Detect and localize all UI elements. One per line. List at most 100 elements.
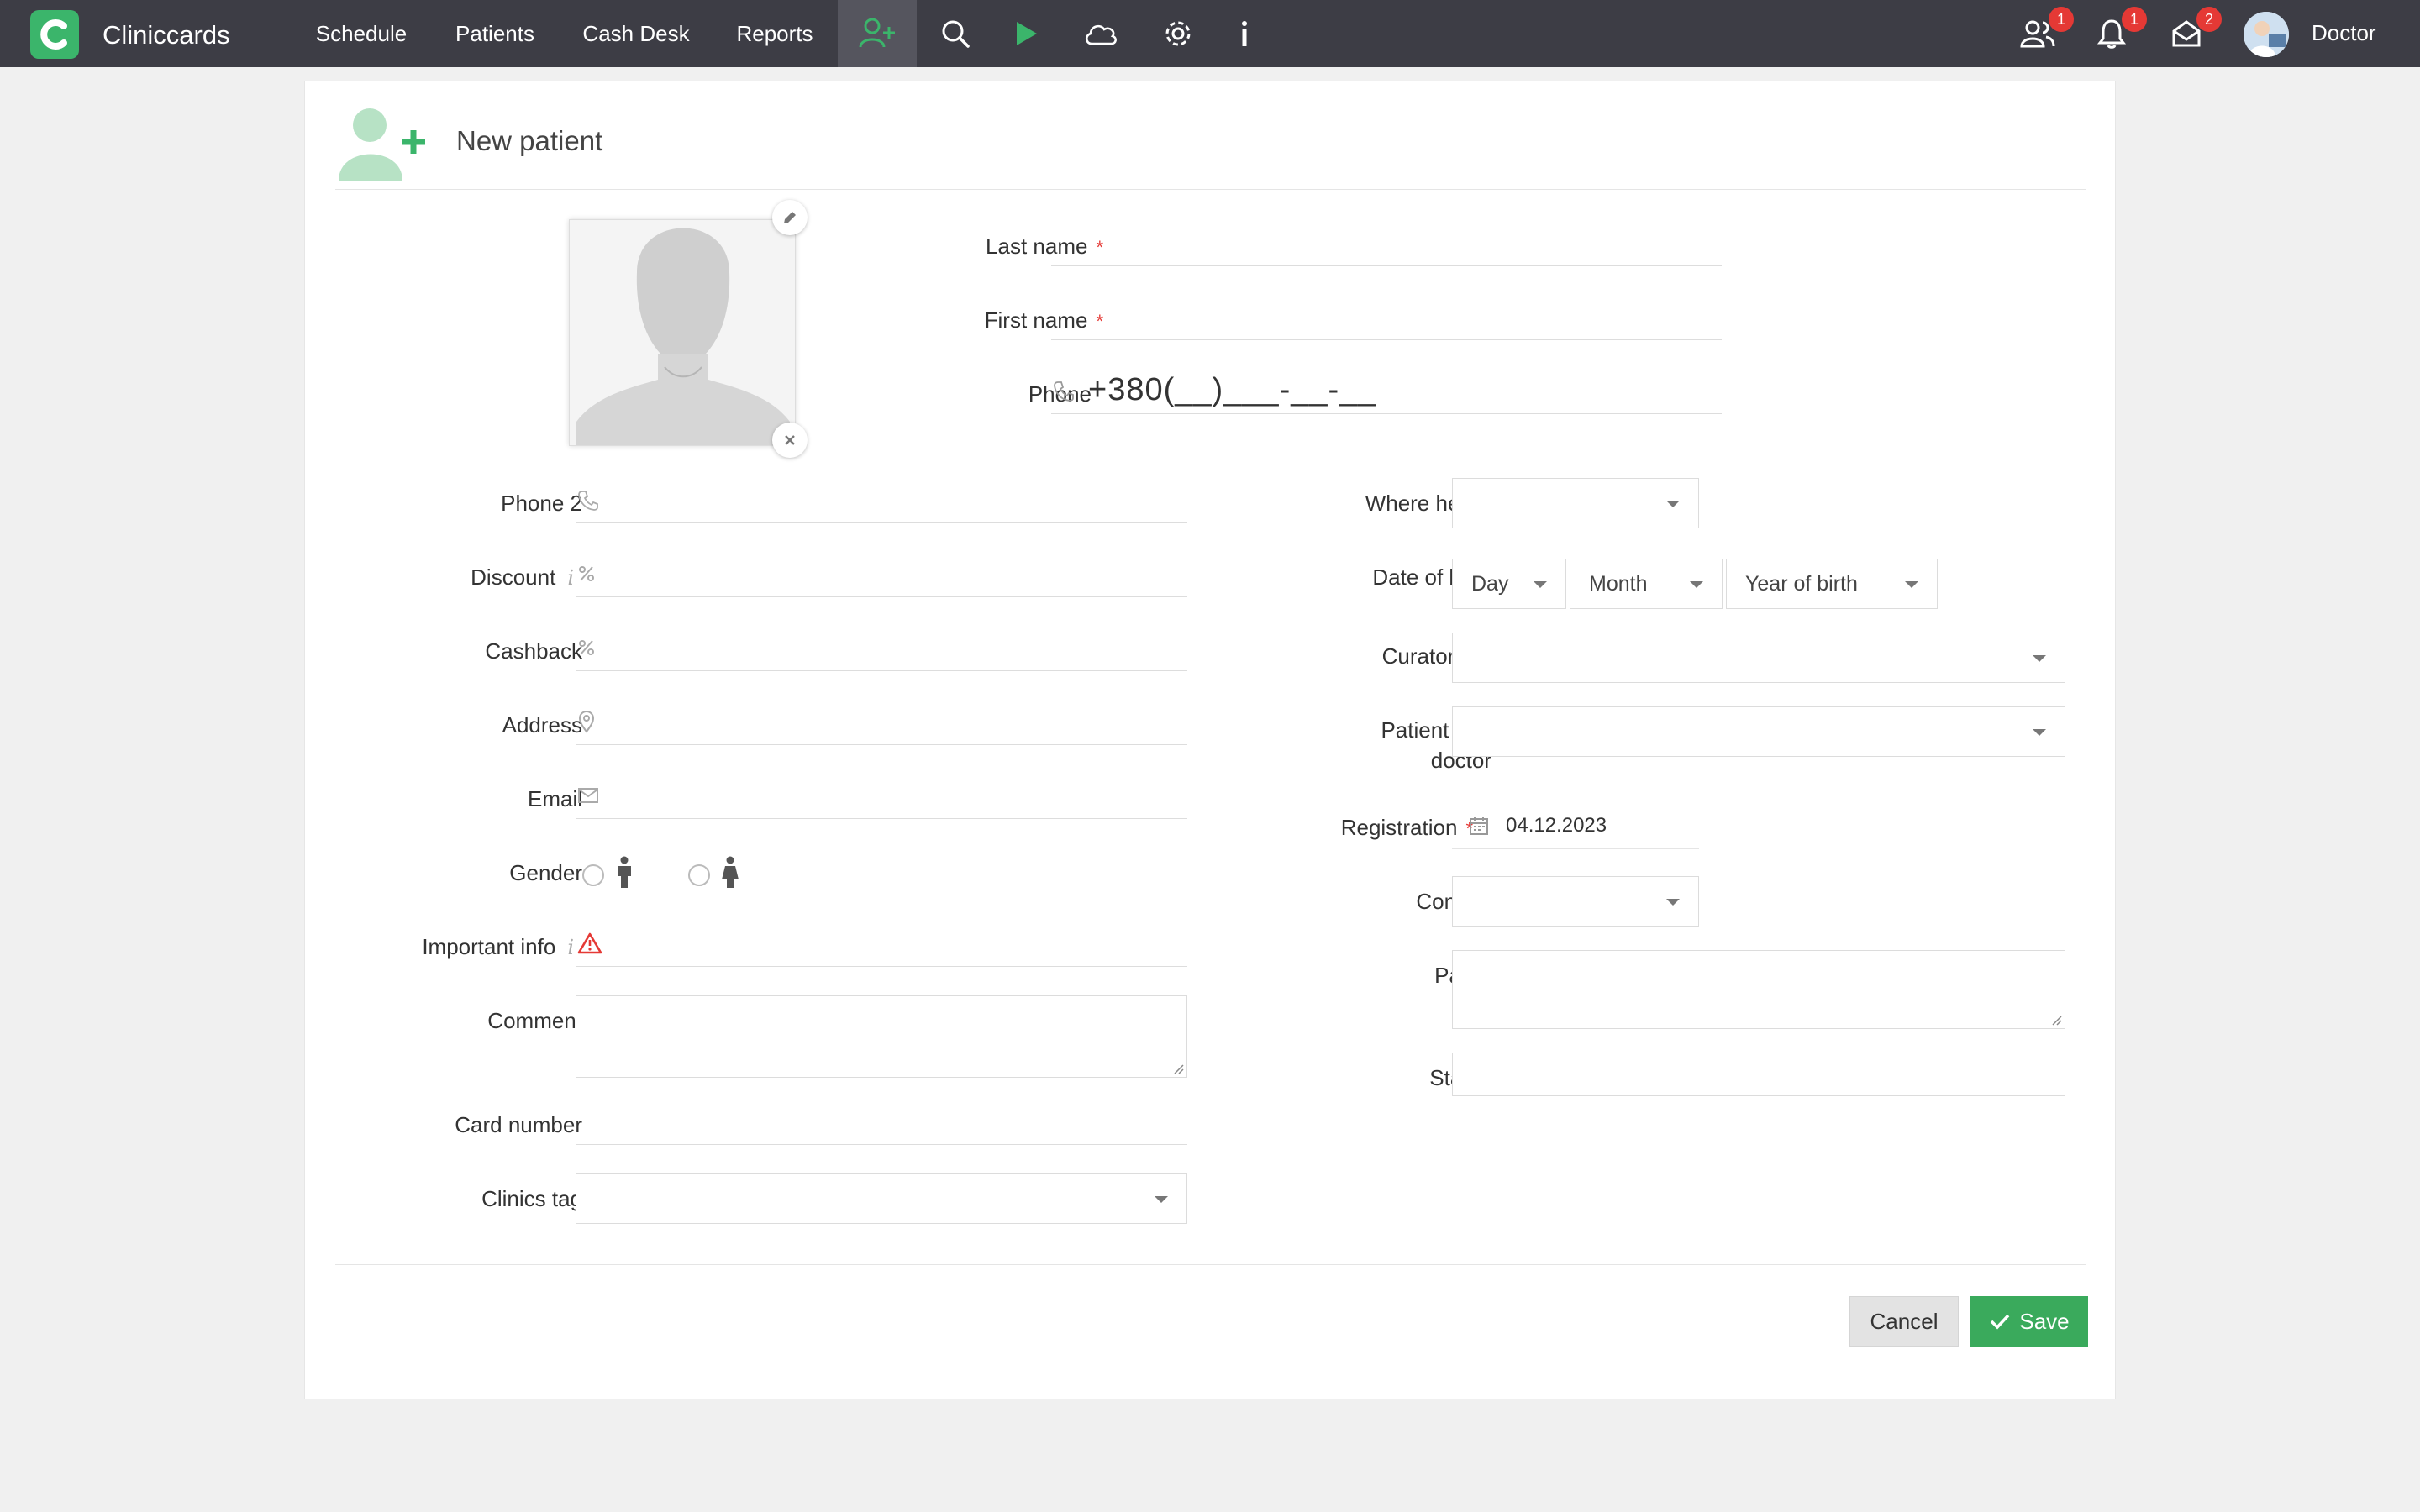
app-title[interactable]: Cliniccards bbox=[103, 20, 230, 50]
nav-reports[interactable]: Reports bbox=[726, 0, 823, 67]
phone-icon bbox=[1051, 380, 1085, 402]
info-icon bbox=[1242, 21, 1247, 46]
comment-textarea[interactable] bbox=[576, 995, 1187, 1078]
info-icon[interactable]: i bbox=[567, 563, 574, 593]
female-icon bbox=[720, 856, 740, 894]
calendar-icon bbox=[1452, 816, 1506, 836]
chevron-down-icon bbox=[1905, 581, 1918, 588]
resize-handle-icon[interactable] bbox=[1172, 1063, 1184, 1074]
card-number-label: Card number bbox=[455, 1112, 582, 1137]
registration-label: Registration * bbox=[1213, 812, 1473, 844]
top-navigation-bar: Cliniccards Schedule Patients Cash Desk … bbox=[0, 0, 2420, 67]
comment-label: Comment bbox=[487, 1008, 582, 1033]
logo-c-icon bbox=[40, 19, 67, 50]
clinics-tag-select[interactable] bbox=[576, 1173, 1187, 1224]
cloud-icon bbox=[1085, 24, 1117, 45]
registration-label-text: Registration bbox=[1340, 815, 1458, 840]
header-divider bbox=[335, 189, 2086, 190]
clinics-tag-label: Clinics tag bbox=[481, 1186, 582, 1211]
discount-label-text: Discount bbox=[471, 564, 556, 590]
birth-year-value: Year of birth bbox=[1745, 571, 1858, 596]
email-input[interactable] bbox=[576, 772, 1187, 819]
nav-patients[interactable]: Patients bbox=[444, 0, 546, 67]
discount-input[interactable] bbox=[576, 550, 1187, 597]
percent-icon bbox=[576, 638, 609, 657]
last-name-input[interactable] bbox=[1051, 219, 1722, 266]
status-input[interactable] bbox=[1452, 1053, 2065, 1096]
save-button-label: Save bbox=[2019, 1308, 2070, 1334]
gender-female-radio[interactable] bbox=[688, 864, 710, 886]
gender-label: Gender bbox=[509, 860, 582, 885]
chevron-down-icon bbox=[2033, 655, 2046, 662]
important-info-input[interactable] bbox=[576, 920, 1187, 967]
registration-date-value: 04.12.2023 bbox=[1506, 813, 1607, 837]
curator-label-text: Curator bbox=[1381, 643, 1455, 669]
percent-icon bbox=[576, 564, 609, 583]
nav-cash-desk[interactable]: Cash Desk bbox=[575, 0, 697, 67]
phone2-input[interactable] bbox=[576, 476, 1187, 523]
first-name-input[interactable] bbox=[1051, 293, 1722, 340]
nav-add-patient[interactable] bbox=[838, 0, 917, 67]
important-info-label-text: Important info bbox=[422, 934, 556, 959]
edit-photo-button[interactable] bbox=[772, 200, 808, 235]
phone-input[interactable]: +380(__)___-__-__ bbox=[1051, 367, 1722, 414]
nav-play[interactable] bbox=[986, 0, 1065, 67]
remove-photo-button[interactable] bbox=[772, 423, 808, 458]
avatar[interactable] bbox=[2244, 12, 2289, 57]
nav-search[interactable] bbox=[916, 0, 995, 67]
save-button[interactable]: Save bbox=[1970, 1296, 2088, 1347]
phone2-label: Phone 2 bbox=[501, 491, 582, 516]
envelope-icon bbox=[576, 787, 609, 804]
birth-day-select[interactable]: Day bbox=[1452, 559, 1566, 609]
nav-cloud[interactable] bbox=[1061, 0, 1140, 67]
chevron-down-icon bbox=[1666, 501, 1680, 507]
info-icon[interactable]: i bbox=[567, 932, 574, 963]
cancel-button[interactable]: Cancel bbox=[1849, 1296, 1959, 1347]
birth-year-select[interactable]: Year of birth bbox=[1726, 559, 1938, 609]
phone-value: +380(__)___-__-__ bbox=[1088, 372, 1377, 407]
birth-month-select[interactable]: Month bbox=[1570, 559, 1723, 609]
page-title: New patient bbox=[456, 125, 603, 156]
user-name[interactable]: Doctor bbox=[2312, 20, 2376, 46]
resize-handle-icon[interactable] bbox=[2050, 1014, 2062, 1026]
registration-date-input[interactable]: 04.12.2023 bbox=[1452, 802, 1699, 849]
chevron-down-icon bbox=[1155, 1196, 1168, 1203]
add-patient-icon bbox=[859, 18, 895, 48]
address-label: Address bbox=[502, 712, 582, 738]
phone-icon bbox=[576, 489, 609, 511]
patient-photo[interactable] bbox=[569, 219, 796, 446]
app-logo[interactable] bbox=[30, 10, 79, 59]
payer-textarea[interactable] bbox=[1452, 950, 2065, 1029]
map-pin-icon bbox=[576, 710, 609, 733]
important-info-label: Important info i bbox=[322, 932, 574, 963]
close-icon bbox=[785, 435, 795, 445]
chevron-down-icon bbox=[1534, 581, 1547, 588]
play-icon bbox=[1017, 22, 1037, 45]
bell-badge: 1 bbox=[2122, 7, 2147, 32]
footer-divider bbox=[335, 1264, 2086, 1265]
warning-icon bbox=[576, 932, 609, 955]
nav-info[interactable] bbox=[1205, 0, 1284, 67]
gear-icon bbox=[1165, 21, 1191, 46]
cashback-input[interactable] bbox=[576, 624, 1187, 671]
address-input[interactable] bbox=[576, 698, 1187, 745]
male-icon bbox=[614, 856, 634, 894]
nav-schedule[interactable]: Schedule bbox=[304, 0, 418, 67]
photo-placeholder-icon bbox=[570, 220, 795, 445]
doctor-avatar-icon bbox=[2244, 12, 2289, 57]
checkmark-icon bbox=[1991, 1314, 2010, 1330]
mail-badge: 2 bbox=[2196, 7, 2222, 32]
email-label: Email bbox=[527, 786, 582, 811]
search-icon bbox=[942, 20, 970, 48]
contact-select[interactable] bbox=[1452, 876, 1699, 927]
curator-label: Curatori bbox=[1221, 641, 1473, 672]
where-heard-select[interactable] bbox=[1452, 478, 1699, 528]
new-patient-card: New patient Last name * First name * Phone bbox=[304, 81, 2116, 1399]
chevron-down-icon bbox=[1690, 581, 1703, 588]
birth-month-value: Month bbox=[1589, 571, 1648, 596]
curator-select[interactable] bbox=[1452, 633, 2065, 683]
patient-of-doctor-select[interactable] bbox=[1452, 706, 2065, 757]
card-number-input[interactable] bbox=[576, 1098, 1187, 1145]
pencil-icon bbox=[784, 212, 796, 223]
gender-male-radio[interactable] bbox=[582, 864, 604, 886]
